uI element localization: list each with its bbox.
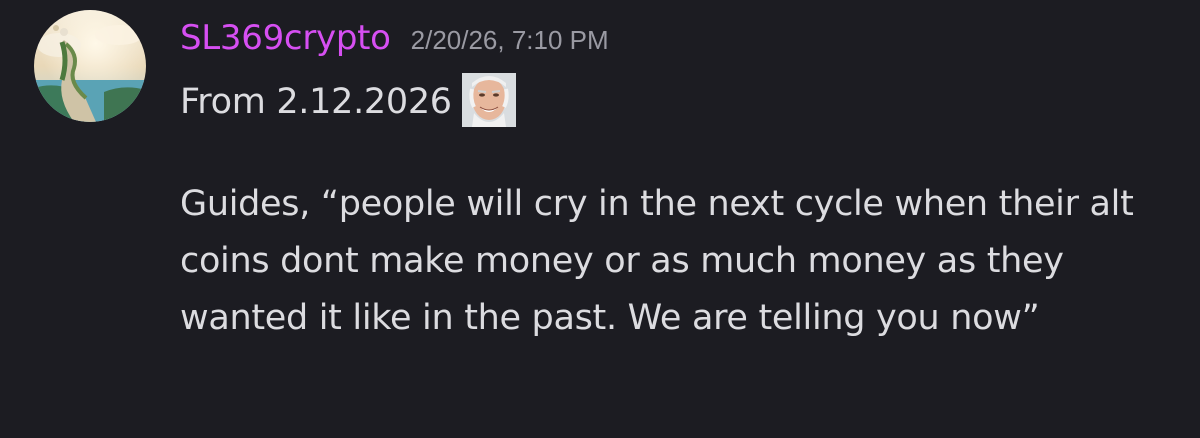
message-first-line: From 2.12.2026 xyxy=(180,72,1180,132)
avatar[interactable] xyxy=(34,10,146,122)
message-header: SL369crypto 2/20/26, 7:10 PM xyxy=(180,18,1180,70)
message-text-line: From 2.12.2026 xyxy=(180,82,452,122)
timestamp: 2/20/26, 7:10 PM xyxy=(410,25,609,55)
hide-the-pain-harold-emoji-icon[interactable] xyxy=(461,73,516,127)
stairway-avatar-icon xyxy=(34,10,146,122)
username[interactable]: SL369crypto xyxy=(180,18,391,58)
chat-message: SL369crypto 2/20/26, 7:10 PM From 2.12.2… xyxy=(0,0,1200,438)
message-body: Guides, “people will cry in the next cyc… xyxy=(180,184,1134,338)
